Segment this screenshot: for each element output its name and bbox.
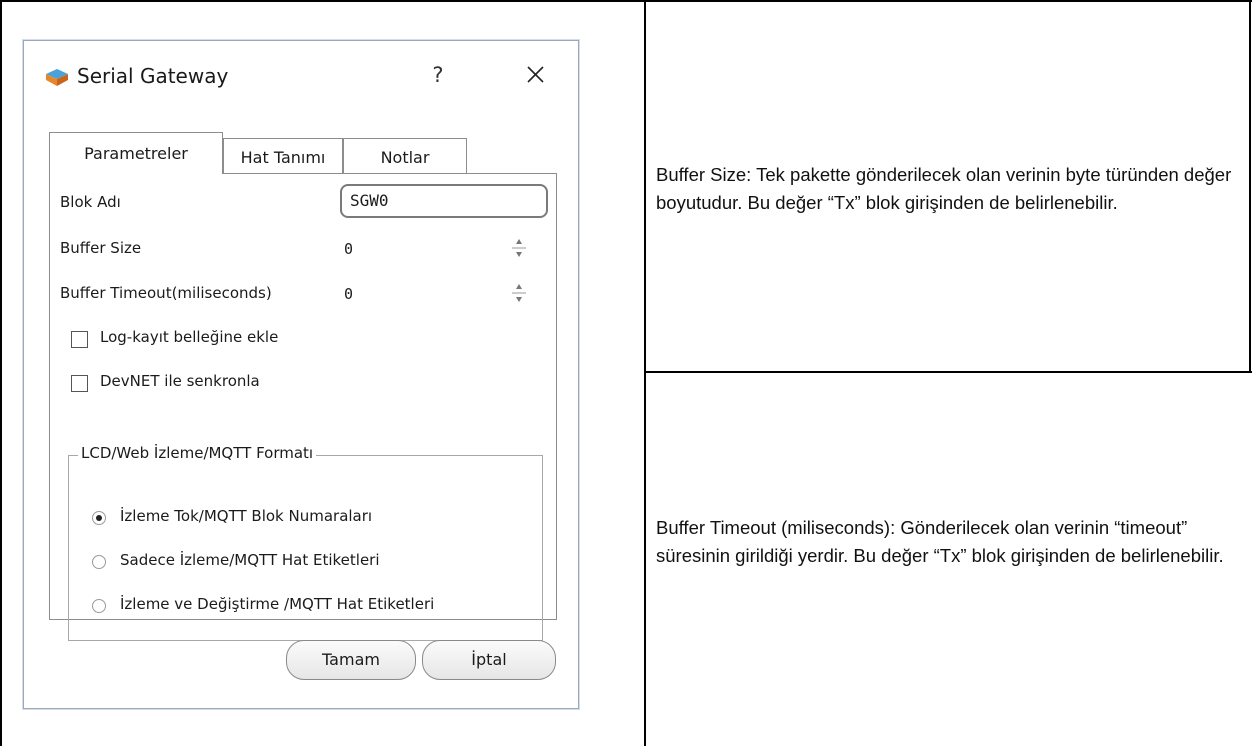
buffer-size-description: Buffer Size: Tek pakette gönderilecek ol…	[656, 164, 1232, 213]
tab-parametreler[interactable]: Parametreler	[49, 132, 223, 174]
buffer-size-input[interactable]: 0	[344, 240, 353, 258]
table-border-middle	[644, 0, 646, 746]
devnet-checkbox-label: DevNET ile senkronla	[100, 372, 260, 390]
format-option-label: İzleme Tok/MQTT Blok Numaraları	[120, 507, 373, 525]
buffer-timeout-label: Buffer Timeout(miliseconds)	[60, 284, 272, 302]
app-icon	[45, 67, 69, 87]
format-radio-block-numbers[interactable]	[92, 511, 106, 525]
log-checkbox[interactable]	[71, 331, 88, 348]
format-group-title: LCD/Web İzleme/MQTT Formatı	[78, 444, 317, 462]
block-name-input[interactable]: SGW0	[340, 184, 548, 218]
buffer-size-label: Buffer Size	[60, 239, 142, 257]
buffer-size-spinner[interactable]	[508, 233, 530, 263]
format-groupbox	[68, 455, 543, 641]
block-name-label: Blok Adı	[60, 193, 121, 211]
close-icon[interactable]	[518, 57, 552, 91]
title-bar: Serial Gateway ?	[24, 41, 578, 111]
dialog-client: Parametreler Hat Tanımı Notlar Blok Adı …	[24, 111, 578, 708]
table-border-right	[1249, 0, 1251, 373]
help-button[interactable]: ?	[426, 58, 450, 92]
tab-notlar[interactable]: Notlar	[343, 138, 467, 176]
ok-button[interactable]: Tamam	[286, 640, 416, 680]
table-border-top	[0, 0, 1252, 2]
table-border-left	[0, 0, 2, 746]
devnet-checkbox[interactable]	[71, 375, 88, 392]
serial-gateway-dialog: Serial Gateway ? Parametreler Hat Tanımı…	[23, 40, 579, 709]
format-option-label: İzleme ve Değiştirme /MQTT Hat Etiketler…	[120, 595, 435, 613]
buffer-timeout-spinner[interactable]	[508, 278, 530, 308]
tab-hat-tanimi[interactable]: Hat Tanımı	[223, 138, 343, 176]
buffer-timeout-description: Buffer Timeout (miliseconds): Gönderilec…	[656, 517, 1224, 566]
log-checkbox-label: Log-kayıt belleğine ekle	[100, 328, 279, 346]
format-radio-edit-line-labels[interactable]	[92, 599, 106, 613]
radio-selected-dot	[96, 515, 102, 521]
cancel-button[interactable]: İptal	[422, 640, 556, 680]
buffer-timeout-input[interactable]: 0	[344, 285, 353, 303]
format-radio-line-labels[interactable]	[92, 555, 106, 569]
dialog-title: Serial Gateway	[77, 64, 229, 88]
format-option-label: Sadece İzleme/MQTT Hat Etiketleri	[120, 551, 380, 569]
table-border-row	[644, 371, 1252, 373]
